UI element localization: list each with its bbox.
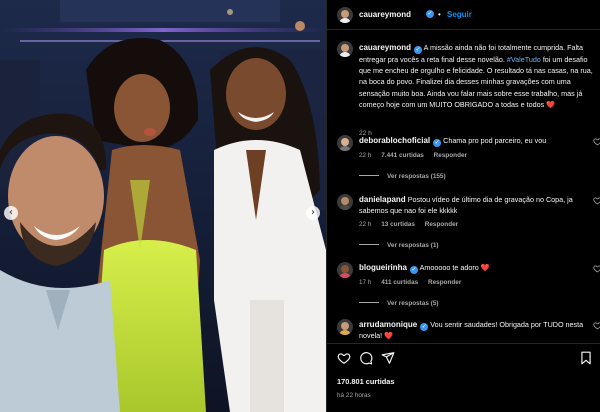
comment-username[interactable]: blogueirinha bbox=[359, 263, 407, 272]
comment-time: 22 h bbox=[359, 152, 372, 159]
heart-emoji: ❤️ bbox=[384, 331, 394, 340]
post-actions: 170.801 curtidas há 22 horas bbox=[327, 343, 600, 412]
heart-emoji: ❤️ bbox=[546, 99, 556, 109]
caption-username[interactable]: cauareymond bbox=[359, 43, 411, 52]
heart-icon[interactable] bbox=[593, 321, 600, 330]
comment-text: arrudamonique ✓ Vou sentir saudades! Obri… bbox=[359, 320, 587, 342]
separator-dot: • bbox=[438, 10, 441, 19]
comments-scroll-area[interactable]: cauareymond ✓ A missão ainda não foi tota… bbox=[327, 31, 600, 343]
comment-text: deborablochoficial ✓ Chama pro pod parcei… bbox=[359, 136, 587, 147]
avatar[interactable] bbox=[337, 135, 353, 151]
verified-badge-icon: ✓ bbox=[414, 46, 423, 54]
post-side-panel: cauareymond ✓ • Seguir cauareymond ✓ A mi… bbox=[326, 0, 600, 412]
post-header: cauareymond ✓ • Seguir bbox=[327, 0, 600, 30]
reply-button[interactable]: Responder bbox=[428, 279, 461, 286]
post-timestamp: há 22 horas bbox=[337, 392, 371, 399]
chevron-right-icon[interactable]: › bbox=[306, 206, 320, 220]
header-username[interactable]: cauareymond bbox=[359, 10, 411, 19]
comment-likes[interactable]: 7.441 curtidas bbox=[381, 152, 424, 159]
comment-time: 22 h bbox=[359, 221, 372, 228]
heart-icon[interactable] bbox=[593, 264, 600, 273]
comment-meta: 22 h 7.441 curtidas Responder bbox=[359, 152, 475, 159]
reply-button[interactable]: Responder bbox=[434, 152, 467, 159]
comment-text: blogueirinha ✓ Amooooo te adoro ❤️ bbox=[359, 263, 587, 274]
heart-icon[interactable] bbox=[593, 137, 600, 146]
heart-icon[interactable] bbox=[337, 351, 351, 365]
comment-text: danielapand Postou vídeo de último dia d… bbox=[359, 195, 587, 216]
comment-likes[interactable]: 411 curtidas bbox=[381, 279, 418, 286]
comment-body: Chama pro pod parceiro, eu vou bbox=[443, 136, 547, 145]
comment-username[interactable]: deborablochoficial bbox=[359, 136, 430, 145]
hashtag-link[interactable]: #ValeTudo bbox=[507, 55, 541, 64]
instagram-post-modal: ‹ › cauareymond ✓ • Seguir cauareymond ✓ … bbox=[0, 0, 600, 412]
reply-button[interactable]: Responder bbox=[425, 221, 458, 228]
avatar[interactable] bbox=[337, 7, 353, 23]
chevron-left-icon[interactable]: ‹ bbox=[4, 206, 18, 220]
comment-username[interactable]: danielapand bbox=[359, 195, 406, 204]
verified-badge-icon: ✓ bbox=[420, 323, 429, 331]
comment-icon[interactable] bbox=[359, 351, 373, 365]
follow-button[interactable]: Seguir bbox=[447, 10, 472, 19]
caption-text: cauareymond ✓ A missão ainda não foi tota… bbox=[359, 42, 600, 110]
avatar[interactable] bbox=[337, 41, 353, 57]
view-replies-button[interactable]: Ver respostas (155) bbox=[359, 173, 446, 180]
view-replies-label: Ver respostas (155) bbox=[387, 173, 446, 180]
post-photo[interactable]: ‹ › bbox=[0, 0, 326, 412]
verified-badge-icon: ✓ bbox=[433, 139, 442, 147]
verified-badge-icon: ✓ bbox=[410, 266, 418, 274]
comment-meta: 22 h 13 curtidas Responder bbox=[359, 221, 466, 228]
comment-time: 17 h bbox=[359, 279, 372, 286]
heart-emoji: ❤️ bbox=[480, 263, 490, 272]
comment-likes[interactable]: 13 curtidas bbox=[381, 221, 415, 228]
view-replies-button[interactable]: Ver respostas (5) bbox=[359, 300, 439, 307]
view-replies-button[interactable]: Ver respostas (1) bbox=[359, 242, 439, 249]
avatar[interactable] bbox=[337, 262, 353, 278]
post-image bbox=[0, 0, 326, 412]
comment-username[interactable]: arrudamonique bbox=[359, 320, 417, 329]
comment-body: Amooooo te adoro bbox=[419, 263, 479, 272]
verified-badge-icon: ✓ bbox=[426, 10, 434, 18]
comment-meta: 17 h 411 curtidas Responder bbox=[359, 279, 469, 286]
share-icon[interactable] bbox=[381, 351, 395, 365]
view-replies-label: Ver respostas (1) bbox=[387, 242, 439, 249]
avatar[interactable] bbox=[337, 194, 353, 210]
view-replies-label: Ver respostas (5) bbox=[387, 300, 439, 307]
heart-icon[interactable] bbox=[593, 196, 600, 205]
avatar[interactable] bbox=[337, 319, 353, 335]
likes-count[interactable]: 170.801 curtidas bbox=[337, 377, 395, 386]
bookmark-icon[interactable] bbox=[579, 351, 593, 365]
